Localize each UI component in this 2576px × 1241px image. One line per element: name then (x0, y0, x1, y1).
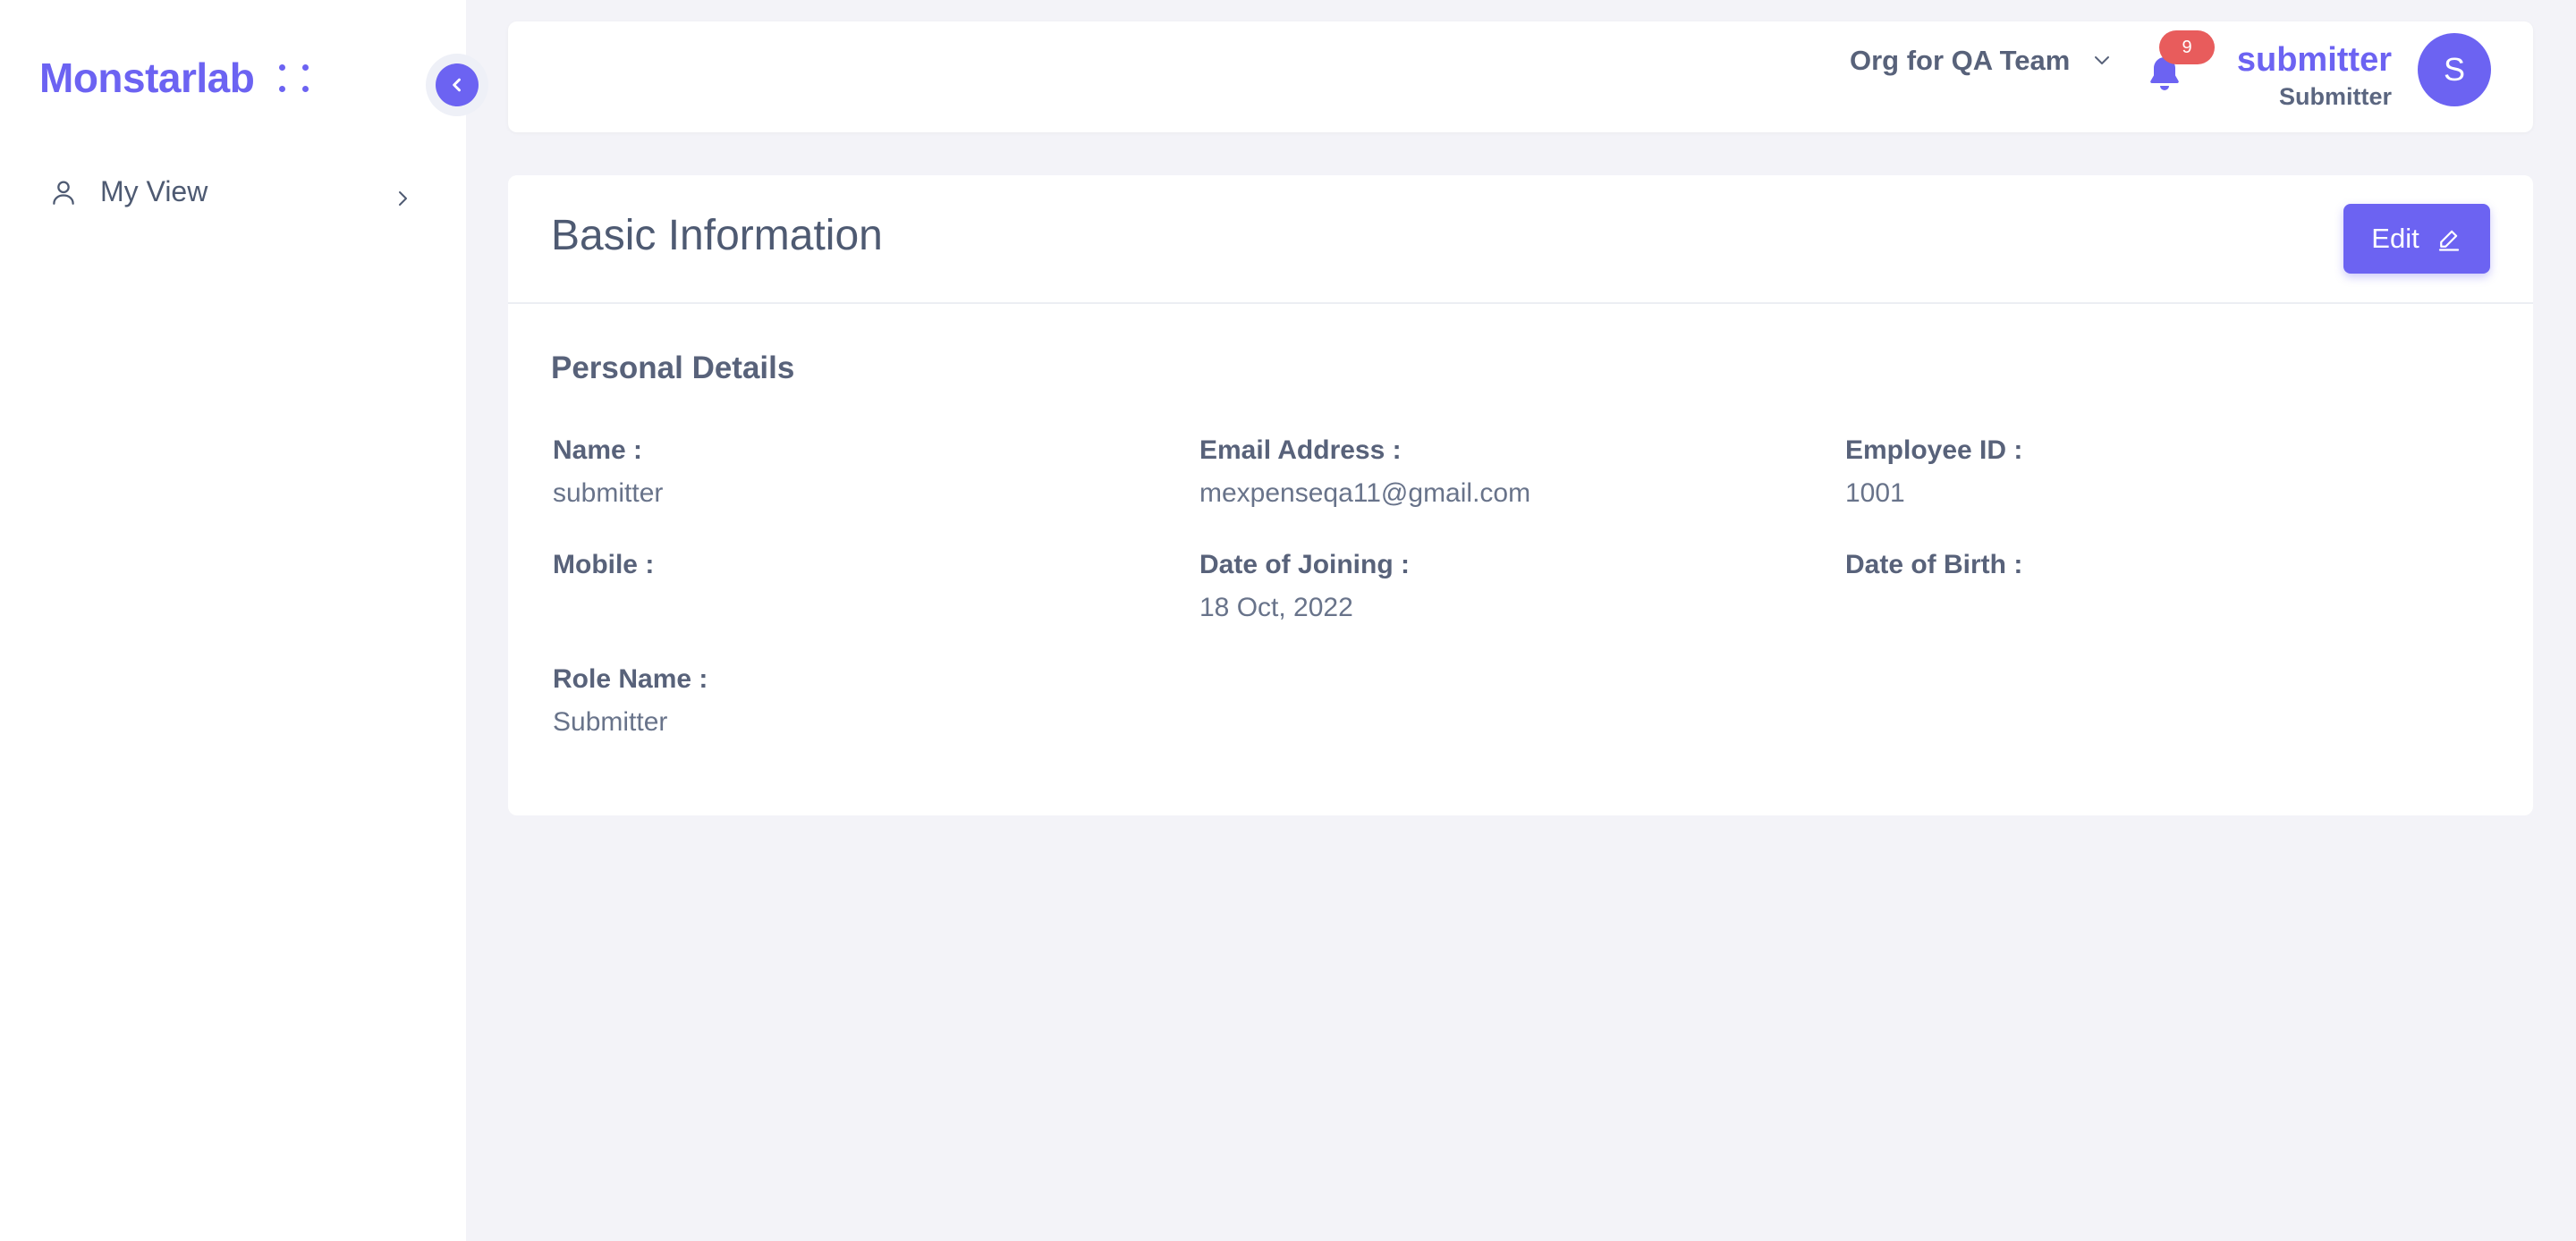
field-label: Mobile : (553, 550, 655, 579)
field-label: Role Name : (553, 664, 708, 694)
sidebar-item-my-view[interactable]: My View (48, 175, 424, 208)
org-selector[interactable]: Org for QA Team (1850, 41, 2113, 80)
field-label: Name : (553, 435, 643, 465)
chevron-right-icon (399, 191, 407, 206)
field-label: Date of Birth : (1845, 550, 2023, 579)
field-employee-id: Employee ID : 1001 (1845, 433, 2022, 511)
section-title: Personal Details (551, 350, 795, 385)
field-value: 18 Oct, 2022 (1199, 593, 1353, 622)
field-value: submitter (553, 478, 664, 508)
avatar[interactable]: S (2418, 33, 2491, 106)
field-label: Employee ID : (1845, 435, 2023, 465)
field-name: Name : submitter (553, 433, 663, 511)
field-role-name: Role Name : Submitter (553, 662, 708, 740)
page-title: Basic Information (551, 212, 883, 259)
field-date-of-joining: Date of Joining : 18 Oct, 2022 (1199, 547, 1410, 626)
chevron-left-icon (453, 78, 461, 92)
card-header: Basic Information Edit (508, 175, 2533, 304)
brand-logo[interactable]: Monstarlab (39, 52, 255, 104)
top-bar: Org for QA Team 9 submitter Submitter S (508, 21, 2533, 132)
user-info[interactable]: submitter Submitter (2237, 39, 2392, 113)
user-icon (53, 181, 74, 205)
pencil-icon (2438, 230, 2459, 251)
sidebar-collapse-button[interactable] (426, 54, 488, 116)
field-label: Date of Joining : (1199, 550, 1410, 579)
basic-information-card: Basic Information Edit Personal Details … (508, 175, 2533, 815)
field-date-of-birth: Date of Birth : (1845, 547, 2022, 590)
field-value: 1001 (1845, 478, 1905, 508)
sidebar-item-label: My View (100, 175, 208, 207)
chevron-down-icon (2095, 56, 2110, 64)
edit-button-label: Edit (2371, 223, 2419, 254)
field-email: Email Address : mexpenseqa11@gmail.com (1199, 433, 1530, 511)
field-value: Submitter (553, 707, 668, 737)
user-role: Submitter (2278, 83, 2392, 110)
field-mobile: Mobile : (553, 547, 654, 590)
notification-badge: 9 (2159, 30, 2215, 64)
logo-dots-icon (277, 63, 313, 97)
edit-button[interactable]: Edit (2343, 204, 2490, 274)
field-value: mexpenseqa11@gmail.com (1199, 478, 1531, 508)
sidebar: Monstarlab My View (0, 0, 466, 1241)
field-label: Email Address : (1199, 435, 1402, 465)
brand-name: Monstarlab (39, 55, 255, 101)
org-name: Org for QA Team (1850, 45, 2071, 76)
user-name: submitter (2236, 41, 2392, 79)
